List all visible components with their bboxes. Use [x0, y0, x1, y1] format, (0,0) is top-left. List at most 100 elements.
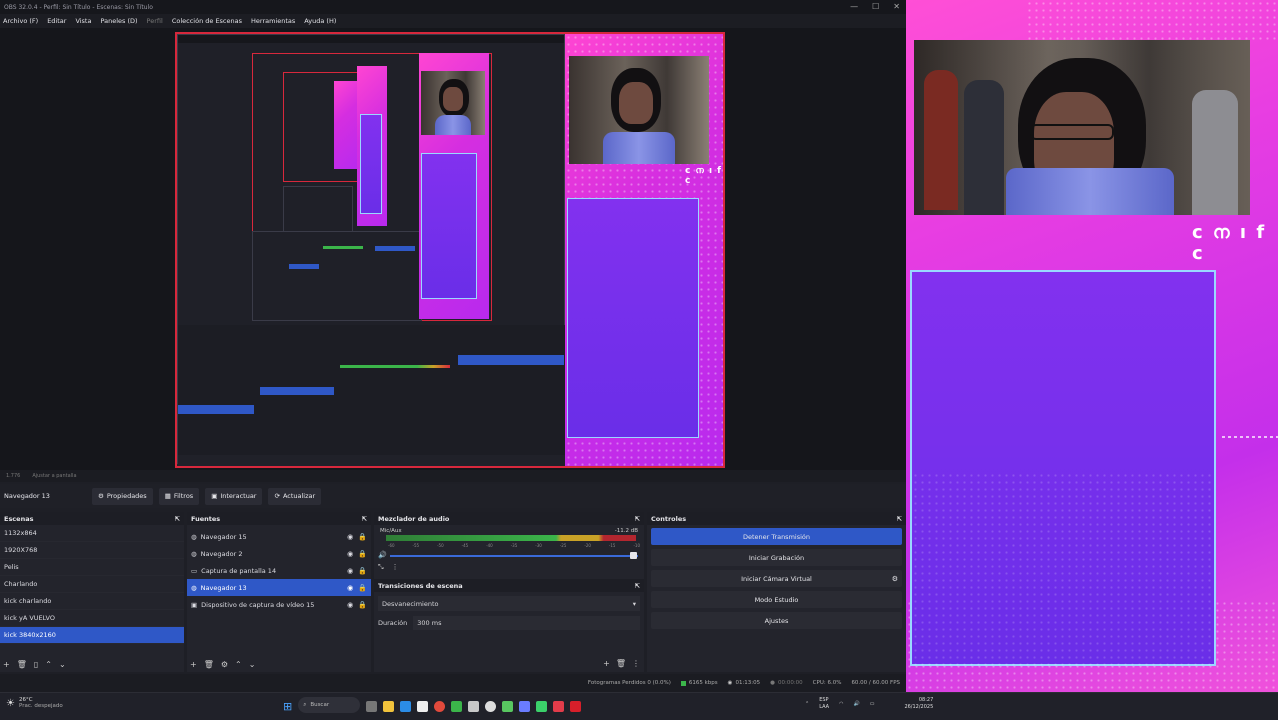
- chevron-up-icon[interactable]: ⌃: [45, 660, 52, 669]
- audio-channel-header: Mic/Aux -11.2 dB: [374, 525, 644, 535]
- start-virtual-camera-button[interactable]: Iniciar Cámara Virtual ⚙: [651, 570, 902, 587]
- eye-icon[interactable]: ◉: [347, 584, 353, 592]
- gear-icon[interactable]: ⚙: [221, 660, 228, 669]
- filter-icon: ▦: [164, 492, 171, 500]
- scene-item-selected[interactable]: kick 3840x2160: [0, 627, 184, 644]
- edge-icon[interactable]: [400, 700, 412, 712]
- scene-item[interactable]: kick charlando: [0, 593, 184, 610]
- menu-profile[interactable]: Perfil: [147, 17, 163, 25]
- more-icon[interactable]: ⋮: [392, 563, 399, 572]
- source-item[interactable]: ◍ Navegador 2 ◉ 🔒: [187, 545, 371, 562]
- chrome-icon[interactable]: [434, 700, 446, 712]
- lock-icon[interactable]: 🔒: [358, 584, 367, 592]
- menu-scene-collection[interactable]: Colección de Escenas: [172, 17, 242, 25]
- menu-edit[interactable]: Editar: [47, 17, 66, 25]
- dock-float-icon[interactable]: ⇱: [175, 515, 180, 523]
- source-item-selected[interactable]: ◍ Navegador 13 ◉ 🔒: [187, 579, 371, 596]
- battery-icon[interactable]: ▭: [870, 701, 875, 707]
- trash-icon[interactable]: 🗑: [204, 660, 214, 669]
- volume-slider-handle[interactable]: [630, 552, 637, 559]
- scene-item[interactable]: 1132x864: [0, 525, 184, 542]
- lock-icon[interactable]: 🔒: [358, 550, 367, 558]
- obs-icon[interactable]: [485, 700, 497, 712]
- maximize-button[interactable]: ☐: [872, 2, 879, 11]
- chevron-up-icon[interactable]: ⌃: [805, 701, 809, 707]
- eye-icon[interactable]: ◉: [347, 533, 353, 541]
- lock-icon[interactable]: 🔒: [358, 601, 367, 609]
- transition-select[interactable]: Desvanecimiento ▾: [378, 596, 640, 611]
- scene-item[interactable]: Pelis: [0, 559, 184, 576]
- gear-icon[interactable]: ⚙: [892, 575, 898, 583]
- eye-icon[interactable]: ◉: [347, 550, 353, 558]
- scene-item[interactable]: 1920X768: [0, 542, 184, 559]
- source-item[interactable]: ▭ Captura de pantalla 14 ◉ 🔒: [187, 562, 371, 579]
- source-item[interactable]: ▣ Dispositivo de captura de vídeo 15 ◉ 🔒: [187, 596, 371, 613]
- windows-start-icon[interactable]: ⊞: [283, 700, 292, 713]
- discord-icon[interactable]: [519, 700, 531, 712]
- chevron-down-icon: ▾: [632, 599, 636, 608]
- duration-input[interactable]: 300 ms: [413, 616, 640, 630]
- dock-float-icon[interactable]: ⇱: [635, 515, 640, 523]
- dock-float-icon[interactable]: ⇱: [362, 515, 367, 523]
- weather-widget[interactable]: ☀ 26°C Prac. despejado: [6, 697, 63, 709]
- connection-indicator-icon: [680, 680, 686, 686]
- menu-file[interactable]: Archivo (F): [3, 17, 38, 25]
- start-recording-button[interactable]: Iniciar Grabación: [651, 549, 902, 566]
- menu-view[interactable]: Vista: [75, 17, 91, 25]
- language-indicator[interactable]: ESP LAA: [819, 697, 829, 711]
- close-button[interactable]: ✕: [893, 2, 900, 11]
- record-icon: ●: [770, 680, 775, 686]
- overlay-logo-text-large: c ന ı f c: [1192, 222, 1267, 264]
- studio-mode-button[interactable]: Modo Estudio: [651, 591, 902, 608]
- menu-tools[interactable]: Herramientas: [251, 17, 295, 25]
- menu-help[interactable]: Ayuda (H): [304, 17, 336, 25]
- spotify-icon[interactable]: [451, 700, 463, 712]
- filters-button[interactable]: ▦ Filtros: [158, 487, 200, 505]
- search-placeholder: Buscar: [310, 702, 330, 708]
- source-item[interactable]: ◍ Navegador 15 ◉ 🔒: [187, 528, 371, 545]
- clock[interactable]: 08:27 26/12/2025: [904, 697, 933, 711]
- eye-icon[interactable]: ◉: [347, 601, 353, 609]
- app-icon[interactable]: [536, 700, 548, 712]
- app-icon[interactable]: [570, 700, 582, 712]
- search-icon: ⌕: [303, 701, 307, 708]
- add-icon[interactable]: +: [190, 660, 197, 669]
- app-icon[interactable]: [502, 700, 514, 712]
- trash-icon[interactable]: 🗑: [616, 659, 626, 668]
- store-icon[interactable]: [417, 700, 429, 712]
- preview-canvas[interactable]: c ന ı f c: [175, 32, 725, 468]
- add-icon[interactable]: +: [3, 660, 10, 669]
- link-icon[interactable]: ⤡: [378, 563, 384, 572]
- lock-icon[interactable]: 🔒: [358, 567, 367, 575]
- taskbar-search[interactable]: ⌕ Buscar: [298, 697, 361, 713]
- dock-float-icon[interactable]: ⇱: [897, 515, 902, 523]
- chevron-down-icon[interactable]: ⌄: [249, 660, 256, 669]
- eye-icon[interactable]: ◉: [347, 567, 353, 575]
- scene-item[interactable]: kick yA VUELVO: [0, 610, 184, 627]
- wifi-icon[interactable]: ◠: [839, 701, 843, 707]
- scene-item[interactable]: Charlando: [0, 576, 184, 593]
- volume-slider[interactable]: [390, 555, 638, 557]
- chevron-up-icon[interactable]: ⌃: [235, 660, 242, 669]
- more-icon[interactable]: ⋮: [632, 659, 640, 668]
- lock-icon[interactable]: 🔒: [358, 533, 367, 541]
- properties-button[interactable]: ⚙ Propiedades: [92, 487, 153, 505]
- volume-icon[interactable]: 🔊: [853, 701, 859, 707]
- trash-icon[interactable]: 🗑: [17, 660, 27, 669]
- app-icon[interactable]: [468, 700, 480, 712]
- refresh-button[interactable]: ⟳ Actualizar: [268, 487, 322, 505]
- dock-float-icon[interactable]: ⇱: [635, 582, 640, 590]
- chevron-down-icon[interactable]: ⌄: [59, 660, 66, 669]
- stop-streaming-button[interactable]: Detener Transmisión: [651, 528, 902, 545]
- speaker-icon[interactable]: 🔊: [378, 551, 387, 559]
- app-icon[interactable]: [553, 700, 565, 712]
- zoom-mode[interactable]: Ajustar a pantalla: [32, 473, 76, 479]
- filter-icon[interactable]: ▯: [34, 660, 38, 669]
- settings-button[interactable]: Ajustes: [651, 612, 902, 629]
- menu-docks[interactable]: Paneles (D): [100, 17, 137, 25]
- minimize-button[interactable]: —: [850, 2, 858, 11]
- task-view-icon[interactable]: [366, 700, 378, 712]
- interact-button[interactable]: ▣ Interactuar: [205, 487, 263, 505]
- file-explorer-icon[interactable]: [383, 700, 395, 712]
- add-icon[interactable]: +: [603, 659, 610, 668]
